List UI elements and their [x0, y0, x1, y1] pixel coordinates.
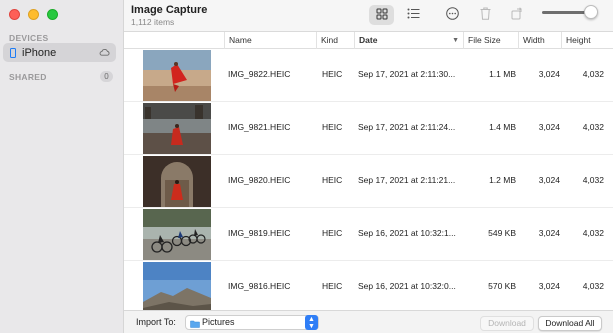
red-dress-arch-icon	[143, 156, 211, 207]
window-controls	[9, 9, 58, 20]
red-dress-desert-icon	[143, 50, 211, 101]
table-row[interactable]: IMG_9820.HEIC HEIC Sep 17, 2021 at 2:11:…	[124, 155, 613, 208]
delete-button[interactable]	[475, 5, 495, 25]
iphone-icon	[10, 47, 16, 58]
shared-count-badge: 0	[100, 71, 113, 82]
row-file-size: 1.2 MB	[489, 175, 516, 185]
sort-descending-icon: ▼	[452, 37, 459, 44]
download-all-button[interactable]: Download All	[538, 316, 602, 331]
item-count: 1,112 items	[131, 17, 175, 27]
row-height: 4,032	[582, 281, 604, 291]
table-row[interactable]: IMG_9819.HEIC HEIC Sep 16, 2021 at 10:32…	[124, 208, 613, 261]
close-window-button[interactable]	[9, 9, 20, 20]
row-date: Sep 16, 2021 at 10:32:0...	[358, 281, 456, 291]
minimize-window-button[interactable]	[28, 9, 39, 20]
row-height: 4,032	[582, 122, 604, 132]
table-row[interactable]: IMG_9822.HEIC HEIC Sep 17, 2021 at 2:11:…	[124, 49, 613, 102]
rotate-icon	[511, 7, 523, 23]
rotate-button[interactable]	[507, 5, 527, 25]
row-width: 3,024	[538, 281, 560, 291]
row-kind: HEIC	[322, 69, 343, 79]
row-date: Sep 17, 2021 at 2:11:21...	[358, 175, 456, 185]
ellipsis-circle-icon	[445, 7, 459, 23]
row-name: IMG_9822.HEIC	[228, 69, 291, 79]
column-header-name[interactable]: Name	[224, 32, 316, 49]
import-bar: Import To: Pictures ▲ ▼ Download Download…	[124, 310, 613, 333]
cloud-icon	[99, 47, 110, 59]
row-file-size: 1.4 MB	[489, 122, 516, 132]
table-row[interactable]: IMG_9816.HEIC HEIC Sep 16, 2021 at 10:32…	[124, 261, 613, 310]
mountain-sky-icon	[143, 262, 211, 310]
image-list: IMG_9822.HEIC HEIC Sep 17, 2021 at 2:11:…	[124, 49, 613, 310]
table-row[interactable]: IMG_9821.HEIC HEIC Sep 17, 2021 at 2:11:…	[124, 102, 613, 155]
row-width: 3,024	[538, 122, 560, 132]
more-options-button[interactable]	[442, 5, 462, 25]
device-name: iPhone	[22, 46, 57, 59]
row-width: 3,024	[538, 175, 560, 185]
row-height: 4,032	[582, 228, 604, 238]
folder-icon	[190, 319, 200, 331]
row-kind: HEIC	[322, 228, 343, 238]
row-file-size: 570 KB	[488, 281, 516, 291]
list-icon	[407, 8, 420, 22]
row-width: 3,024	[538, 69, 560, 79]
row-height: 4,032	[582, 69, 604, 79]
list-view-button[interactable]	[402, 5, 424, 25]
download-button[interactable]: Download	[480, 316, 534, 331]
row-date: Sep 17, 2021 at 2:11:30...	[358, 69, 456, 79]
thumbnail-size-slider-knob[interactable]	[584, 5, 598, 19]
devices-section-label: DEVICES	[9, 33, 49, 43]
grid-view-button[interactable]	[369, 5, 394, 25]
sidebar: DEVICES iPhone SHARED 0	[0, 0, 124, 333]
row-name: IMG_9819.HEIC	[228, 228, 291, 238]
row-kind: HEIC	[322, 122, 343, 132]
row-name: IMG_9821.HEIC	[228, 122, 291, 132]
column-header-width[interactable]: Width	[518, 32, 561, 49]
column-header-height[interactable]: Height	[561, 32, 613, 49]
row-file-size: 1.1 MB	[489, 69, 516, 79]
column-header-file-size[interactable]: File Size	[463, 32, 518, 49]
chevron-up-down-icon: ▲ ▼	[305, 315, 318, 330]
row-name: IMG_9820.HEIC	[228, 175, 291, 185]
column-header-date[interactable]: Date ▼	[354, 32, 463, 49]
sidebar-item-iphone[interactable]: iPhone	[3, 43, 116, 62]
column-header-date-label: Date	[359, 35, 378, 45]
toolbar: Image Capture 1,112 items	[124, 0, 613, 32]
row-width: 3,024	[538, 228, 560, 238]
cyclists-icon	[143, 209, 211, 260]
import-destination-select[interactable]: Pictures ▲ ▼	[185, 315, 319, 330]
row-kind: HEIC	[322, 281, 343, 291]
table-header: Name Kind Date ▼ File Size Width Height	[124, 32, 613, 49]
row-height: 4,032	[582, 175, 604, 185]
row-date: Sep 16, 2021 at 10:32:1...	[358, 228, 456, 238]
row-name: IMG_9816.HEIC	[228, 281, 291, 291]
import-to-label: Import To:	[136, 317, 176, 327]
zoom-window-button[interactable]	[47, 9, 58, 20]
import-destination-value: Pictures	[202, 317, 235, 327]
row-date: Sep 17, 2021 at 2:11:24...	[358, 122, 456, 132]
column-header-kind[interactable]: Kind	[316, 32, 354, 49]
trash-icon	[480, 7, 491, 23]
row-kind: HEIC	[322, 175, 343, 185]
row-file-size: 549 KB	[488, 228, 516, 238]
window-title: Image Capture	[131, 4, 208, 16]
red-dress-ruins-icon	[143, 103, 211, 154]
grid-icon	[376, 8, 388, 23]
shared-section-label: SHARED	[9, 72, 47, 82]
